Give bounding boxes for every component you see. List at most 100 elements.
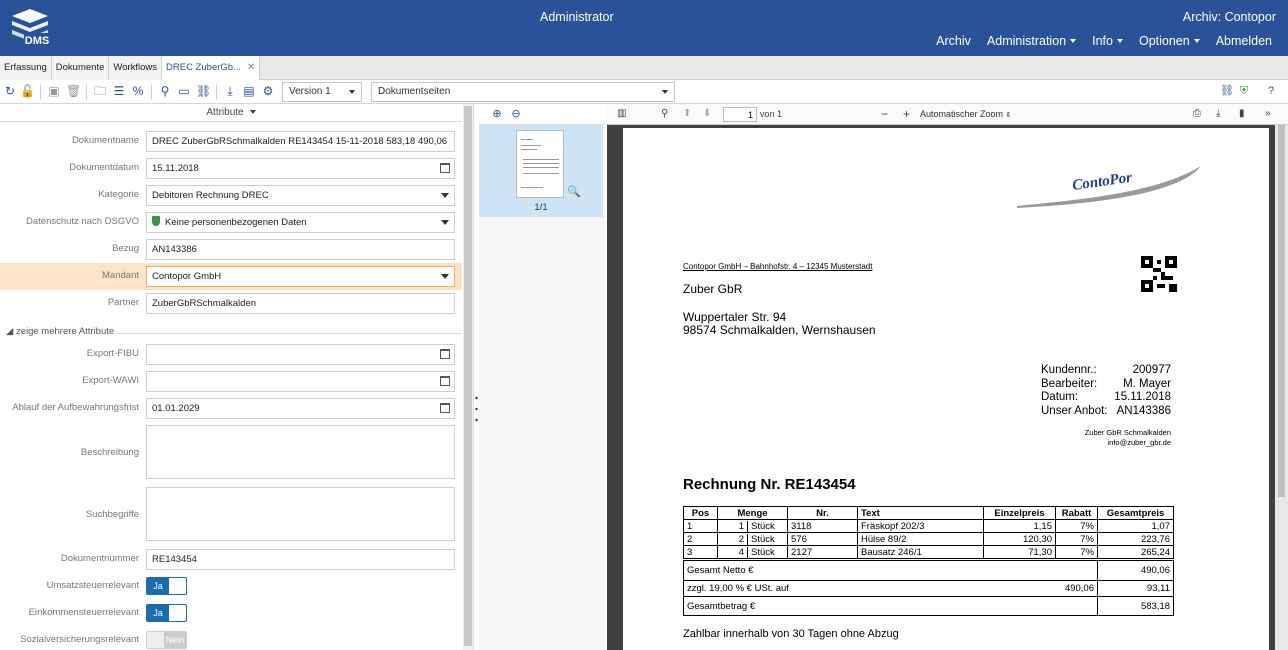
totals-row-tax: zzgl. 19,00 % € USt. auf 490,06 93,11: [683, 580, 1174, 597]
archive-selector[interactable]: Archiv: Contopor: [1183, 10, 1276, 24]
attr-row-aufbewahrung: Ablauf der Aufbewahrungsfrist 01.01.2029: [0, 395, 462, 422]
mandant-select[interactable]: Contopor GmbH: [146, 266, 455, 287]
percent-edit-icon[interactable]: %: [131, 84, 145, 98]
zoom-out-button[interactable]: −: [881, 108, 888, 120]
attr-row-datenschutz: Datenschutz nach DSGVO Keine personenbez…: [0, 209, 462, 236]
page-thumbnail[interactable]: 🔍 1/1: [479, 125, 603, 217]
chevron-down-icon: [662, 90, 668, 94]
aufbewahrungsfrist-value: 01.01.2029: [152, 403, 200, 414]
partner-field[interactable]: ZuberGbRSchmalkalden: [146, 293, 455, 314]
sozialversicherung-toggle[interactable]: Nein: [146, 631, 187, 649]
attr-row-partner: Partner ZuberGbRSchmalkalden: [0, 290, 462, 317]
nav-archiv[interactable]: Archiv: [928, 34, 979, 48]
show-more-attributes-toggle[interactable]: ◢ zeige mehrere Attribute: [6, 326, 463, 337]
search-icon[interactable]: ⚲: [661, 108, 668, 120]
refresh-icon[interactable]: ↻: [3, 84, 17, 98]
beschreibung-textarea[interactable]: [146, 425, 455, 479]
sidebar-toggle-icon[interactable]: ▥: [617, 108, 626, 120]
attr-label: Export-FIBU: [86, 348, 139, 359]
close-icon[interactable]: ✕: [247, 56, 255, 80]
chevron-down-icon: [1116, 39, 1123, 43]
link-icon[interactable]: ⛓: [196, 84, 211, 98]
calendar-icon[interactable]: [440, 403, 450, 413]
dms-logo[interactable]: DMS: [8, 6, 52, 48]
dokumentnummer-field[interactable]: RE143454: [146, 549, 455, 570]
bookmark-icon[interactable]: ▮: [1239, 108, 1245, 120]
show-more-attributes-label: zeige mehrere Attribute: [15, 326, 115, 337]
attributes-scrollbar[interactable]: [463, 104, 473, 650]
thumb-line: [523, 173, 559, 174]
trash-icon[interactable]: 🗑: [66, 84, 81, 98]
tab-workflows[interactable]: Workflows: [109, 56, 163, 80]
aufbewahrungsfrist-field[interactable]: 01.01.2029: [146, 398, 455, 419]
drag-handle-icon[interactable]: [475, 394, 478, 424]
zoom-in-button[interactable]: +: [903, 108, 910, 120]
attachment-icon[interactable]: ⚲: [158, 84, 172, 98]
gear-icon[interactable]: ⚙: [261, 84, 275, 98]
calendar-icon[interactable]: [440, 376, 450, 386]
zoom-out-icon[interactable]: ⊖: [510, 108, 522, 120]
attr-label: Einkommensteuerrelevant: [28, 607, 139, 618]
calendar-icon[interactable]: [440, 163, 450, 173]
cell-text: Fräskopf 202/3: [857, 519, 984, 533]
nav-abmelden[interactable]: Abmelden: [1208, 34, 1280, 48]
chevron-down-icon: [1070, 39, 1077, 43]
version-select[interactable]: Version 1: [282, 82, 362, 102]
tab-document[interactable]: DREC ZuberGb... ✕: [162, 56, 261, 80]
attr-row-dokumentnummer: Dokumentnummer RE143454: [0, 546, 462, 573]
net-value: 490,06: [1097, 560, 1174, 581]
dokumentname-field[interactable]: DREC ZuberGbRSchmalkalden RE143454 15-11…: [146, 131, 455, 152]
arrow-down-icon[interactable]: ⬇: [703, 108, 711, 120]
datenschutz-select[interactable]: Keine personenbezogenen Daten: [146, 212, 455, 233]
nav-info[interactable]: Info: [1084, 34, 1131, 48]
page-number-input[interactable]: [723, 107, 757, 122]
attr-row-mandant: Mandant Contopor GmbH: [0, 263, 462, 290]
calendar-icon[interactable]: [440, 349, 450, 359]
arrow-up-icon[interactable]: ⬆: [683, 108, 691, 120]
unlock-icon[interactable]: 🔓: [20, 84, 35, 98]
more-tools-icon[interactable]: »: [1265, 108, 1271, 120]
export-fibu-field[interactable]: [146, 344, 455, 365]
print-icon[interactable]: ⎙: [1193, 108, 1201, 120]
document-icon[interactable]: ▤: [242, 84, 256, 98]
totals-table: Gesamt Netto € 490,06 zzgl. 19,00 % € US…: [683, 560, 1174, 616]
thumb-line: [521, 149, 537, 150]
shield-icon[interactable]: ⛨: [1238, 85, 1250, 97]
einkommensteuer-toggle[interactable]: Ja: [146, 604, 187, 622]
cell-nr: 2127: [787, 545, 858, 559]
scrollbar-thumb[interactable]: [464, 106, 472, 646]
help-icon[interactable]: ?: [1265, 85, 1277, 97]
scrollbar-thumb[interactable]: [1278, 125, 1285, 497]
folder-icon[interactable]: 🗀: [93, 84, 107, 98]
kategorie-select[interactable]: Debitoren Rechnung DREC: [146, 185, 455, 206]
nav-administration[interactable]: Administration: [979, 34, 1084, 48]
zoom-select[interactable]: Automatischer Zoom ⇕: [920, 107, 1020, 122]
info-value: 200977: [1132, 364, 1171, 376]
suchbegriffe-textarea[interactable]: [146, 487, 455, 541]
download-icon[interactable]: ⤓: [223, 84, 237, 98]
toolbar-divider: [86, 84, 87, 100]
tab-erfassung[interactable]: Erfassung: [0, 56, 52, 80]
link-icon[interactable]: ⛓: [1220, 85, 1234, 97]
totals-row-net: Gesamt Netto € 490,06: [683, 560, 1174, 581]
download-icon[interactable]: ⤓: [1216, 108, 1220, 120]
note-icon[interactable]: ▭: [177, 84, 191, 98]
save-icon[interactable]: ▣: [47, 84, 61, 98]
list-icon[interactable]: ☰: [112, 84, 126, 98]
chevron-down-icon: [349, 90, 355, 94]
umsatzsteuer-toggle[interactable]: Ja: [146, 577, 187, 595]
tab-dokumente[interactable]: Dokumente: [51, 56, 110, 80]
dokumentdatum-field[interactable]: 15.11.2018: [146, 158, 455, 179]
pdf-viewer: ▥ ⚲ ⬆ ⬇ von 1 − + Automatischer Zoom ⇕ ⎙…: [607, 104, 1288, 650]
nav-optionen[interactable]: Optionen: [1131, 34, 1208, 48]
info-label: Kundennr.:: [1041, 364, 1097, 376]
pdf-scrollbar[interactable]: [1275, 125, 1288, 650]
export-wawi-field[interactable]: [146, 371, 455, 392]
attributes-header[interactable]: Attribute: [0, 104, 462, 122]
tab-document-label: DREC ZuberGb...: [166, 62, 241, 73]
zoom-in-icon[interactable]: ⊕: [491, 108, 503, 120]
column-header: Menge: [717, 506, 788, 520]
search-icon[interactable]: 🔍: [567, 185, 581, 198]
bezug-field[interactable]: AN143386: [146, 239, 455, 260]
pages-select[interactable]: Dokumentseiten: [371, 82, 675, 102]
